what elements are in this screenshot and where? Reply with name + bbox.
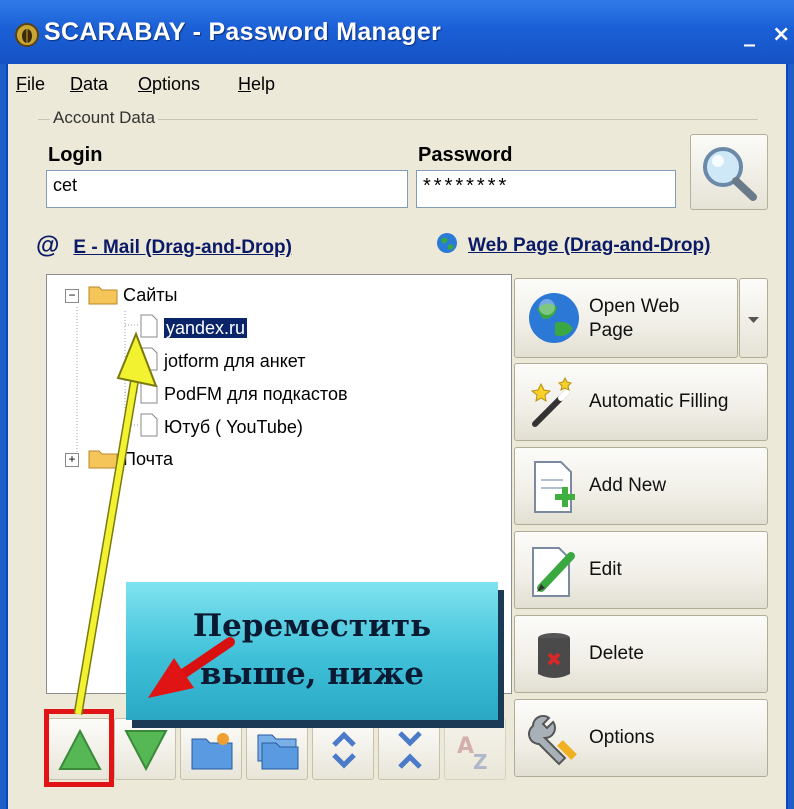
document-icon: [140, 380, 158, 404]
highlight-frame: [44, 709, 114, 787]
globe-icon: [529, 293, 579, 343]
menu-data[interactable]: Data: [70, 74, 108, 95]
edit-button[interactable]: Edit: [514, 531, 768, 609]
tree-item-youtube[interactable]: Ютуб ( YouTube): [139, 413, 303, 438]
folder-icon: [88, 450, 118, 469]
tree-item-yandex[interactable]: yandex.ru: [139, 314, 249, 339]
new-folder-button[interactable]: [180, 718, 242, 780]
tree-folder-mail[interactable]: + Почта: [65, 447, 173, 470]
edit-document-icon: [532, 547, 575, 597]
menu-file[interactable]: File: [16, 74, 45, 95]
magic-wand-icon: [530, 376, 572, 427]
collapse-all-button[interactable]: [378, 718, 440, 780]
tree-item-podfm[interactable]: PodFM для подкастов: [139, 380, 348, 405]
expand-arrows-icon: [332, 731, 356, 769]
window-title: SCARABAY - Password Manager: [44, 18, 442, 46]
tree-item-jotform[interactable]: jotform для анкет: [139, 347, 305, 372]
new-folder-icon: [191, 733, 233, 770]
menu-help[interactable]: Help: [238, 74, 275, 95]
collapse-icon[interactable]: −: [65, 289, 79, 303]
automatic-filling-button[interactable]: Automatic Filling: [514, 363, 768, 441]
wrench-icon: [528, 715, 577, 766]
add-new-button[interactable]: Add New: [514, 447, 768, 525]
options-label: Options: [589, 727, 655, 748]
svg-text:Z: Z: [473, 750, 488, 773]
scarab-icon: [15, 23, 39, 47]
menu-options[interactable]: Options: [138, 74, 200, 95]
svg-text:A: A: [457, 734, 474, 759]
web-page-link[interactable]: Web Page (Drag-and-Drop): [436, 232, 710, 257]
callout-line-1: Переместить: [192, 608, 432, 644]
folder-icon: [88, 286, 118, 305]
globe-icon: [437, 233, 457, 253]
password-input[interactable]: ********: [416, 170, 676, 208]
sort-az-icon: AZ: [457, 734, 488, 773]
email-link[interactable]: @ E - Mail (Drag-and-Drop): [36, 232, 292, 260]
magnifier-icon: [703, 147, 757, 201]
main-window: File Data Options Help Account Data Logi…: [6, 64, 788, 809]
open-web-label-1: Open Web: [589, 296, 680, 317]
move-down-button[interactable]: [114, 718, 176, 780]
password-label: Password: [418, 144, 513, 166]
automatic-filling-label: Automatic Filling: [589, 391, 729, 412]
open-web-dropdown[interactable]: [739, 278, 768, 358]
document-icon: [140, 413, 158, 437]
add-document-icon: [534, 461, 575, 513]
delete-button[interactable]: Delete: [514, 615, 768, 693]
document-icon: [140, 347, 158, 371]
title-bar[interactable]: SCARABAY - Password Manager _ ×: [0, 0, 794, 64]
options-button[interactable]: Options: [514, 699, 768, 777]
document-icon: [140, 314, 158, 338]
delete-label: Delete: [589, 643, 644, 664]
copy-folder-button[interactable]: [246, 718, 308, 780]
collapse-arrows-icon: [398, 731, 422, 769]
folders-icon: [257, 734, 299, 770]
callout-line-2: выше, ниже: [200, 656, 424, 692]
expand-all-button[interactable]: [312, 718, 374, 780]
chevron-down-icon: [748, 317, 759, 323]
tree-folder-sites[interactable]: − Сайты: [65, 283, 177, 306]
search-button[interactable]: [690, 134, 768, 210]
open-web-label-2: Page: [589, 320, 634, 341]
open-web-page-button[interactable]: Open Web Page: [514, 278, 738, 358]
sort-az-button[interactable]: AZ: [444, 718, 506, 780]
account-data-label: Account Data: [50, 108, 159, 128]
triangle-down-icon: [124, 730, 168, 772]
at-icon: @: [36, 232, 60, 259]
menu-bar: File Data Options Help: [8, 64, 786, 102]
add-new-label: Add New: [589, 475, 667, 496]
login-label: Login: [48, 144, 103, 166]
login-input[interactable]: cet: [46, 170, 408, 208]
minimize-button[interactable]: _: [744, 22, 755, 47]
edit-label: Edit: [589, 559, 622, 580]
annotation-callout: Переместить выше, ниже: [126, 582, 498, 720]
close-button[interactable]: ×: [772, 22, 790, 47]
expand-icon[interactable]: +: [65, 453, 79, 467]
trash-icon: [538, 633, 570, 678]
